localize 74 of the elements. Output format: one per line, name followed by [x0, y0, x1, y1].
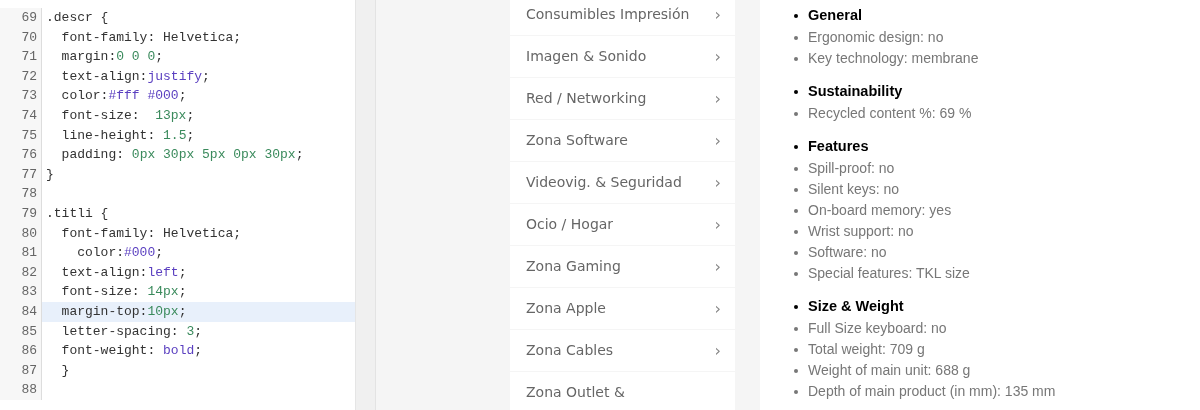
line-number: 69: [0, 8, 42, 28]
spec-item: Total weight: 709 g: [808, 340, 925, 359]
chevron-icon: ›: [714, 170, 721, 195]
spec-item: Silent keys: no: [808, 180, 900, 199]
bullet-icon: [794, 111, 798, 116]
spec-item: On-board memory: yes: [808, 201, 952, 220]
spec-item: Depth of main product (in mm): 135 mm: [808, 382, 1056, 401]
bullet-icon: [794, 208, 798, 213]
line-number: 75: [0, 125, 42, 146]
line-number: 72: [0, 66, 42, 87]
bullet-icon: [794, 90, 798, 94]
chevron-icon: ›: [714, 128, 721, 153]
bullet-icon: [794, 35, 798, 40]
chevron-icon: ›: [714, 86, 721, 111]
bullet-icon: [794, 250, 798, 255]
line-number: 85: [0, 321, 42, 342]
spec-item: Software: no: [808, 243, 887, 262]
line-number: 86: [0, 341, 42, 361]
menu-item[interactable]: Zona Software ›: [510, 120, 735, 161]
bullet-icon: [794, 305, 798, 309]
menu-item[interactable]: Imagen & Sonido ›: [510, 36, 735, 77]
spec-heading: Size & Weight: [808, 297, 904, 317]
spec-item: Ergonomic design: no: [808, 28, 944, 47]
line-number: 81: [0, 243, 42, 263]
bullet-icon: [794, 166, 798, 171]
chevron-icon: ›: [714, 338, 721, 363]
line-number: 88: [0, 380, 42, 400]
menu-item[interactable]: Zona Apple ›: [510, 288, 735, 329]
bullet-icon: [794, 326, 798, 331]
menu-item[interactable]: Ocio / Hogar ›: [510, 204, 735, 245]
bullet-icon: [794, 145, 798, 149]
menu-item[interactable]: Consumibles Impresión ›: [510, 0, 735, 35]
spec-item: Wrist support: no: [808, 222, 914, 241]
line-number: 82: [0, 262, 42, 283]
line-number: 78: [0, 184, 42, 204]
line-number: 74: [0, 105, 42, 126]
spec-item: Special features: TKL size: [808, 264, 970, 283]
chevron-icon: ›: [714, 212, 721, 237]
spec-heading: General: [808, 6, 862, 26]
spec-heading: Features: [808, 137, 869, 157]
line-number: 87: [0, 360, 42, 381]
chevron-icon: ›: [714, 2, 721, 27]
chevron-icon: ›: [714, 44, 721, 69]
chevron-icon: ›: [714, 254, 721, 279]
line-number: 76: [0, 145, 42, 165]
line-number: 71: [0, 47, 42, 67]
menu-item[interactable]: Zona Cables ›: [510, 330, 735, 371]
bullet-icon: [794, 368, 798, 373]
line-number: 77: [0, 164, 42, 185]
bullet-icon: [794, 389, 798, 394]
spec-item: Key technology: membrane: [808, 49, 979, 68]
line-number: 80: [0, 223, 42, 244]
menu-item[interactable]: Videovig. & Seguridad ›: [510, 162, 735, 203]
line-number: 70: [0, 27, 42, 48]
line-number: 83: [0, 282, 42, 302]
line-number: 79: [0, 203, 42, 224]
spec-heading: Sustainability: [808, 82, 903, 102]
bullet-icon: [794, 347, 798, 352]
spec-item: Full Size keyboard: no: [808, 319, 947, 338]
chevron-icon: ›: [714, 296, 721, 321]
line-number: 84: [0, 301, 42, 322]
bullet-icon: [794, 14, 798, 18]
bullet-icon: [794, 187, 798, 192]
bullet-icon: [794, 56, 798, 61]
spec-item: Weight of main unit: 688 g: [808, 361, 971, 380]
menu-item[interactable]: Red / Networking ›: [510, 78, 735, 119]
bullet-icon: [794, 271, 798, 276]
bullet-icon: [794, 229, 798, 234]
spec-item: Recycled content %: 69 %: [808, 104, 972, 123]
menu-item[interactable]: Zona Gaming ›: [510, 246, 735, 287]
scrollbar-track[interactable]: [356, 0, 376, 410]
line-number: 73: [0, 86, 42, 106]
spec-item: Spill-proof: no: [808, 159, 895, 178]
menu-item[interactable]: Zona Outlet &: [510, 372, 735, 410]
